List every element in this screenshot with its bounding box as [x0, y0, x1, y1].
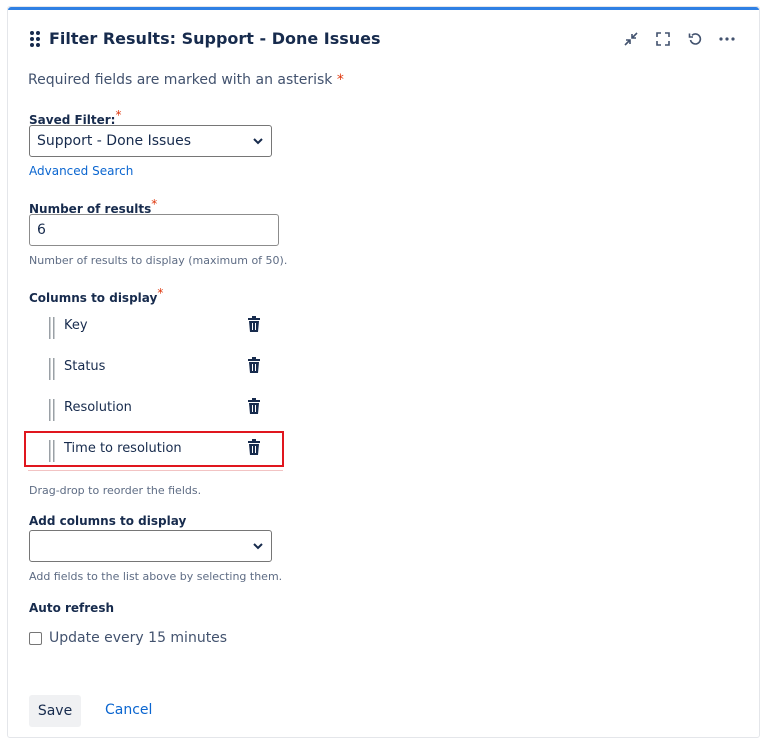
- required-note-text: Required fields are marked with an aster…: [28, 72, 333, 88]
- column-item-key[interactable]: Key: [24, 308, 284, 344]
- trash-icon[interactable]: [247, 316, 261, 332]
- gadget-title: Filter Results: Support - Done Issues: [49, 29, 381, 48]
- columns-help: Drag-drop to reorder the fields.: [29, 484, 202, 497]
- number-of-results-help: Number of results to display (maximum of…: [29, 254, 288, 267]
- required-asterisk: *: [157, 286, 164, 300]
- cancel-button[interactable]: Cancel: [105, 702, 152, 718]
- saved-filter-select[interactable]: Support - Done Issues: [29, 125, 272, 157]
- trash-icon[interactable]: [247, 439, 261, 455]
- drag-handle-icon[interactable]: [48, 440, 56, 462]
- accent-bar: [8, 7, 759, 10]
- advanced-search-link[interactable]: Advanced Search: [29, 164, 133, 178]
- column-item-label: Resolution: [64, 400, 132, 415]
- number-of-results-input[interactable]: 6: [29, 214, 279, 246]
- column-item-status[interactable]: Status: [24, 349, 284, 385]
- save-button[interactable]: Save: [29, 695, 81, 727]
- drag-handle-icon[interactable]: [29, 31, 41, 47]
- column-item-resolution[interactable]: Resolution: [24, 390, 284, 426]
- auto-refresh-checkbox[interactable]: [29, 632, 42, 645]
- drag-handle-icon[interactable]: [48, 317, 56, 339]
- column-item-label: Status: [64, 359, 106, 374]
- more-icon[interactable]: [715, 29, 739, 49]
- minimize-icon[interactable]: [619, 29, 643, 49]
- required-asterisk: *: [115, 108, 122, 122]
- add-columns-help: Add fields to the list above by selectin…: [29, 570, 283, 583]
- columns-to-display-label-text: Columns to display: [29, 291, 158, 305]
- fullscreen-icon[interactable]: [651, 29, 675, 49]
- required-asterisk: *: [336, 72, 344, 88]
- trash-icon[interactable]: [247, 398, 261, 414]
- add-columns-label: Add columns to display: [29, 514, 187, 528]
- drag-handle-icon[interactable]: [48, 358, 56, 380]
- gadget-card: Filter Results: Support - Done Issues Re…: [7, 6, 760, 738]
- add-columns-select[interactable]: [29, 530, 272, 562]
- chevron-down-icon: [253, 543, 263, 550]
- required-fields-note: Required fields are marked with an aster…: [28, 72, 344, 88]
- column-item-time-to-resolution[interactable]: Time to resolution: [24, 431, 284, 467]
- chevron-down-icon: [253, 138, 263, 145]
- trash-icon[interactable]: [247, 357, 261, 373]
- column-item-label: Time to resolution: [64, 441, 182, 456]
- drop-indicator: [28, 470, 283, 471]
- required-asterisk: *: [151, 197, 158, 211]
- saved-filter-value: Support - Done Issues: [37, 133, 192, 149]
- auto-refresh-label: Auto refresh: [29, 601, 115, 615]
- column-item-label: Key: [64, 318, 88, 333]
- refresh-icon[interactable]: [683, 29, 707, 49]
- auto-refresh-checkbox-label[interactable]: Update every 15 minutes: [49, 630, 227, 646]
- drag-handle-icon[interactable]: [48, 399, 56, 421]
- columns-to-display-label: Columns to display*: [29, 286, 163, 305]
